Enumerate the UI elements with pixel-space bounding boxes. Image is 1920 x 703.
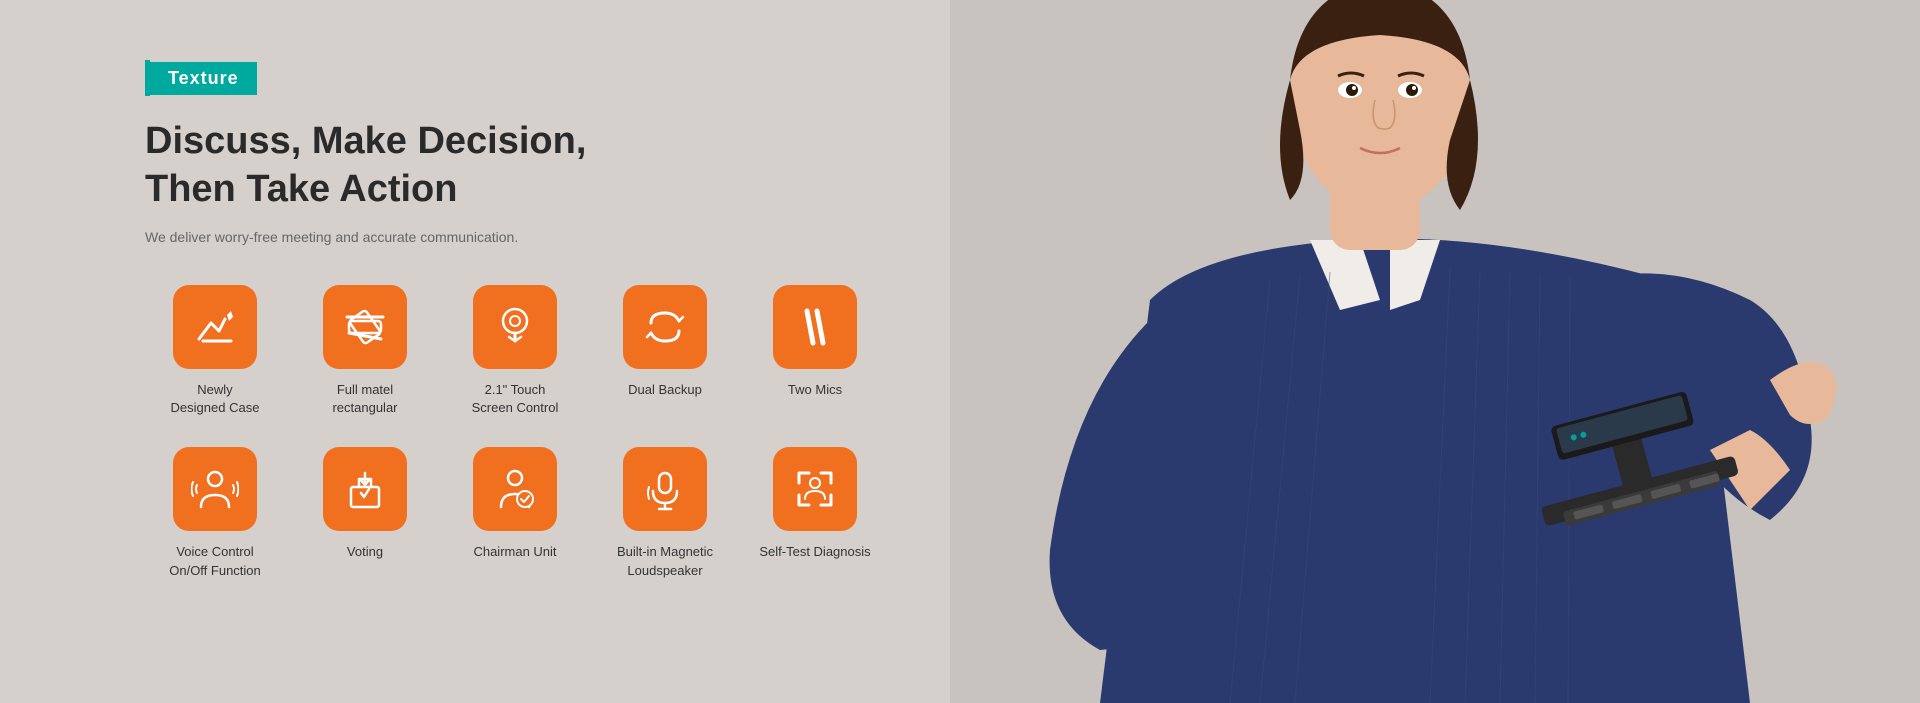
icon-box-chairman [473,447,557,531]
mics-icon [791,303,839,351]
chairman-icon [491,465,539,513]
feature-voice-control: Voice ControlOn/Off Function [145,447,285,579]
icon-box-voting [323,447,407,531]
texture-label: Texture [150,62,257,95]
icon-box-touch [473,285,557,369]
feature-grid: NewlyDesigned Case Full matelrectangular [145,285,950,580]
label-voice-control: Voice ControlOn/Off Function [169,543,261,579]
feature-voting: Voting [295,447,435,579]
sub-text: We deliver worry-free meeting and accura… [145,229,950,245]
feature-chairman-unit: Chairman Unit [445,447,585,579]
speaker-icon [641,465,689,513]
touch-icon [491,303,539,351]
left-content: Texture Discuss, Make Decision, Then Tak… [0,0,950,703]
diagnosis-icon [791,465,839,513]
feature-touch-screen: 2.1" TouchScreen Control [445,285,585,417]
icon-box-speaker [623,447,707,531]
label-two-mics: Two Mics [788,381,842,399]
page-wrapper: Texture Discuss, Make Decision, Then Tak… [0,0,1920,703]
label-newly-designed-case: NewlyDesigned Case [171,381,260,417]
icon-box-backup [623,285,707,369]
voting-icon [341,465,389,513]
label-dual-backup: Dual Backup [628,381,702,399]
main-heading: Discuss, Make Decision, Then Take Action [145,118,950,213]
label-touch-screen: 2.1" TouchScreen Control [472,381,559,417]
matel-icon [341,303,389,351]
icon-box-diagnosis [773,447,857,531]
icon-box-matel [323,285,407,369]
label-full-matel: Full matelrectangular [332,381,397,417]
texture-badge: Texture [145,60,257,96]
right-image-area [950,0,1920,703]
label-voting: Voting [347,543,383,561]
label-self-test: Self-Test Diagnosis [759,543,870,561]
icon-box-voice [173,447,257,531]
feature-self-test: Self-Test Diagnosis [745,447,885,579]
voice-icon [191,465,239,513]
feature-newly-designed-case: NewlyDesigned Case [145,285,285,417]
feature-dual-backup: Dual Backup [595,285,735,417]
label-built-in-magnetic: Built-in MagneticLoudspeaker [617,543,713,579]
icon-box-mics [773,285,857,369]
feature-built-in-magnetic: Built-in MagneticLoudspeaker [595,447,735,579]
icon-box-case [173,285,257,369]
feature-full-matel: Full matelrectangular [295,285,435,417]
label-chairman-unit: Chairman Unit [473,543,556,561]
case-icon [191,303,239,351]
person-illustration [950,0,1920,703]
feature-two-mics: Two Mics [745,285,885,417]
backup-icon [641,303,689,351]
